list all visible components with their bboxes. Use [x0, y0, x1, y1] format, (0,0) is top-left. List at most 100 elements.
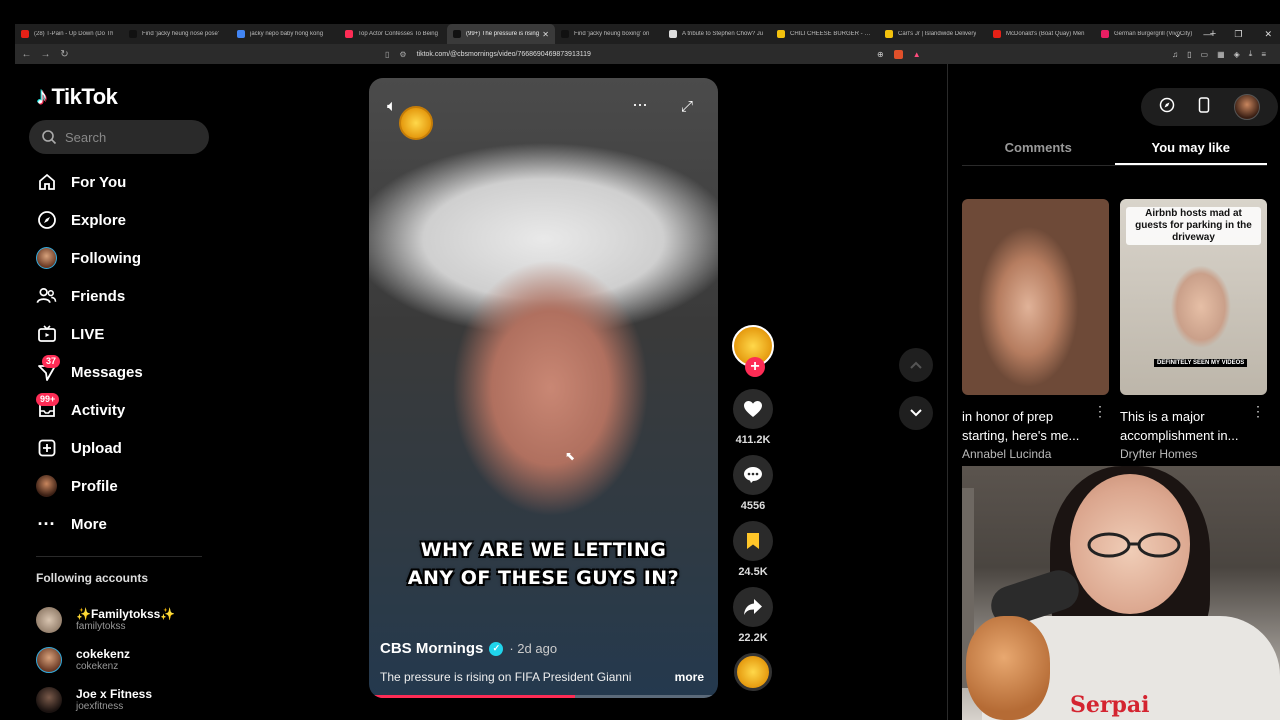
tab-you-may-like[interactable]: You may like [1114, 134, 1267, 165]
music-icon[interactable]: ♫ [1172, 50, 1178, 59]
previous-video-button[interactable] [899, 348, 933, 382]
browser-tab[interactable]: Top Actor Confesses To Being [339, 24, 447, 44]
tab-favicon-icon [561, 30, 569, 38]
card-title: This is a major accomplishment in... [1120, 409, 1239, 443]
compass-icon[interactable] [1159, 97, 1175, 118]
panel-tabs: Comments You may like [962, 134, 1267, 166]
back-icon[interactable]: ← [19, 49, 34, 60]
sidebar-item-label: Profile [71, 477, 118, 495]
sidebar-item-profile[interactable]: Profile [36, 467, 143, 505]
sidebar-icon[interactable]: ▯ [1187, 50, 1191, 59]
tab-comments[interactable]: Comments [962, 134, 1115, 165]
more-options-icon[interactable]: ··· [632, 94, 648, 115]
card-author[interactable]: Annabel Lucinda [962, 447, 1109, 461]
streamer-webcam-overlay: Serpai [962, 466, 1280, 720]
browser-tab[interactable]: A tribute to Stephen Chow? Ju [663, 24, 771, 44]
save-button[interactable] [733, 521, 773, 561]
sidebar-item-live[interactable]: LIVE [36, 315, 143, 353]
next-video-button[interactable] [899, 396, 933, 430]
sidebar-item-for-you[interactable]: For You [36, 163, 143, 201]
wallet-icon[interactable]: ▭ [1201, 50, 1209, 59]
window-controls: ⌄ — ❐ ✕ [1174, 24, 1272, 44]
share-button[interactable] [733, 587, 773, 627]
video-thumbnail[interactable] [962, 199, 1109, 395]
recommended-video-card[interactable]: in honor of prep starting, here's me... … [962, 199, 1109, 461]
reload-icon[interactable]: ↻ [57, 49, 72, 60]
fullscreen-icon[interactable]: ⤢ [681, 98, 693, 115]
sidebar-item-following[interactable]: Following [36, 239, 143, 277]
card-more-icon[interactable]: ⋮ [1093, 403, 1107, 420]
toolbar-icons: ♫ ▯ ▭ ▦ ◈ ⤓ ≡ [1172, 44, 1266, 64]
browser-tab[interactable]: (99+) The pressure is rising ✕ [447, 24, 555, 44]
zoom-icon[interactable]: ⊕ [877, 50, 884, 59]
following-account-item[interactable]: Joe x Fitness joexfitness [36, 680, 175, 720]
menu-icon[interactable]: ≡ [1261, 50, 1266, 59]
follow-plus-icon[interactable]: + [745, 357, 765, 377]
minimize-button[interactable]: — [1203, 29, 1212, 39]
bookmark-icon[interactable]: ▯ [385, 50, 389, 59]
top-right-toolbar [1141, 88, 1278, 126]
card-more-icon[interactable]: ⋮ [1251, 403, 1265, 420]
post-time: · 2d ago [509, 641, 558, 656]
browser-tab[interactable]: (28) T-Pain - Up Down (Do Th [15, 24, 123, 44]
video-author[interactable]: CBS Mornings ✓ · 2d ago [380, 640, 557, 657]
like-button[interactable] [733, 389, 773, 429]
chevron-up-icon [910, 361, 922, 369]
more-button[interactable]: more [675, 670, 704, 684]
music-disc-icon[interactable] [734, 653, 772, 691]
mouse-cursor-icon: ⬉ [565, 449, 576, 463]
close-window-button[interactable]: ✕ [1264, 29, 1272, 40]
url-field[interactable]: ▯ ⚙ tiktok.com/@cbsmornings/video/766869… [385, 44, 591, 64]
sidebar-item-messages[interactable]: 37 Messages [36, 353, 143, 391]
author-name[interactable]: CBS Mornings [380, 640, 483, 657]
sidebar-item-more[interactable]: ··· More [36, 505, 143, 543]
following-account-item[interactable]: ✨Familytokss✨ familytokss [36, 600, 175, 640]
browser-tab[interactable]: McDonald's (Boat Quay) Men [987, 24, 1095, 44]
channel-sticker [399, 106, 433, 140]
site-info-icon[interactable]: ⚙ [399, 50, 406, 59]
action-bar: + 411.2K 4556 24.5K 22.2K [731, 325, 775, 691]
tab-title: Carl's Jr | Islandwide Delivery [898, 31, 977, 37]
sidebar-item-explore[interactable]: Explore [36, 201, 143, 239]
comment-button[interactable] [733, 455, 773, 495]
video-progress-bar[interactable] [369, 695, 718, 698]
tab-favicon-icon [1101, 30, 1109, 38]
profile-avatar [36, 475, 57, 497]
browser-tab[interactable]: CHILI CHEESE BURGER - Carl's [771, 24, 879, 44]
browser-tab[interactable]: Find 'jacky heung nose pose' [123, 24, 231, 44]
forward-icon[interactable]: → [38, 49, 53, 60]
recommended-video-card[interactable]: Airbnb hosts mad at guests for parking i… [1120, 199, 1267, 461]
close-tab-icon[interactable]: ✕ [542, 30, 549, 39]
download-icon[interactable]: ⤓ [1249, 49, 1253, 59]
sidebar-item-activity[interactable]: 99+ Activity [36, 391, 143, 429]
tab-title: CHILI CHEESE BURGER - Carl's [790, 31, 873, 37]
device-icon[interactable] [1198, 96, 1210, 118]
extensions-icon[interactable]: ▦ [1217, 50, 1225, 59]
browser-tab[interactable]: Carl's Jr | Islandwide Delivery [879, 24, 987, 44]
save-count: 24.5K [738, 566, 768, 578]
user-avatar[interactable] [1234, 94, 1261, 120]
video-thumbnail[interactable]: Airbnb hosts mad at guests for parking i… [1120, 199, 1267, 395]
browser-tab[interactable]: jacky nepo baby hong kong [231, 24, 339, 44]
search-input[interactable]: Search [29, 120, 209, 154]
following-accounts-title: Following accounts [36, 571, 149, 585]
vpn-icon[interactable]: ◈ [1234, 50, 1240, 59]
video-description: The pressure is rising on FIFA President… [380, 670, 632, 684]
tab-favicon-icon [993, 30, 1001, 38]
volume-icon[interactable]: 🔈︎ [387, 98, 397, 116]
card-author[interactable]: Dryfter Homes [1120, 447, 1267, 461]
sidebar-item-label: Friends [71, 287, 126, 305]
creator-avatar[interactable]: + [732, 325, 774, 377]
restore-button[interactable]: ❐ [1234, 29, 1242, 40]
rewards-icon[interactable]: ▲ [913, 50, 921, 59]
tab-search-icon[interactable]: ⌄ [1174, 29, 1182, 40]
video-player[interactable]: 🔈︎ ··· ⤢ WHY ARE WE LETTING ANY OF THESE… [369, 78, 718, 698]
following-account-item[interactable]: cokekenz cokekenz [36, 640, 175, 680]
sidebar-item-friends[interactable]: Friends [36, 277, 143, 315]
card-title: in honor of prep starting, here's me... [962, 409, 1080, 443]
brave-shield-icon[interactable] [893, 49, 903, 59]
browser-tab[interactable]: Find 'jacky heung boxing' on [555, 24, 663, 44]
sidebar-item-upload[interactable]: Upload [36, 429, 143, 467]
share-icon [744, 599, 762, 615]
tiktok-logo[interactable]: ♪ TikTok [36, 83, 118, 111]
